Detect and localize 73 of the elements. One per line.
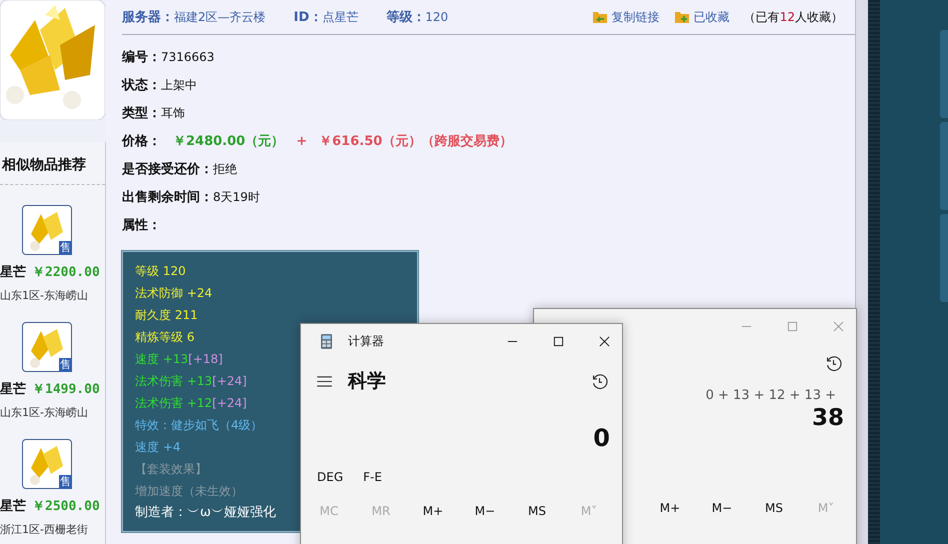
- sale-badge: 售: [59, 241, 72, 255]
- sale-badge: 售: [59, 475, 72, 489]
- memory-button[interactable]: M+: [644, 499, 696, 517]
- item-thumbnail[interactable]: 售: [22, 205, 72, 255]
- item-name: 星芒: [0, 381, 26, 398]
- id-label: ID：: [294, 9, 322, 26]
- mode-title: 科学: [348, 369, 386, 394]
- attribute-line: 法术伤害 +13[+24]: [135, 373, 247, 390]
- memory-button[interactable]: M+: [407, 502, 459, 520]
- item-name: 星芒: [0, 264, 26, 281]
- fee-value: ￥616.50（元）（跨服交易费）: [319, 132, 512, 150]
- field-label: 价格：: [122, 133, 161, 150]
- field-value: 上架中: [161, 76, 197, 94]
- item-server: 山东1区-东海崂山: [0, 405, 88, 420]
- attribute-line: 特效：健步如飞（4级）: [135, 417, 263, 434]
- folder-arrow-icon: [592, 10, 608, 24]
- field-label: 类型：: [122, 105, 161, 122]
- id-value: 点星芒: [322, 8, 358, 26]
- attribute-line: 速度 +4: [135, 439, 181, 456]
- expression-display: 0 + 13 + 12 + 13 +: [704, 388, 837, 403]
- level-label: 等级：: [386, 9, 426, 26]
- copy-link[interactable]: 复制链接: [612, 8, 660, 26]
- field-value: 8天19时: [213, 188, 260, 206]
- server-label: 服务器：: [122, 9, 174, 26]
- folder-plus-icon: [674, 10, 690, 24]
- field-label: 出售剩余时间：: [122, 189, 213, 206]
- favorite-link[interactable]: 已收藏: [694, 8, 730, 26]
- attribute-line: 精炼等级 6: [135, 329, 194, 346]
- history-icon[interactable]: [591, 372, 608, 390]
- item-thumbnail[interactable]: 售: [22, 322, 72, 372]
- field-value: 耳饰: [161, 104, 185, 122]
- field-label: 状态：: [122, 77, 161, 94]
- field-label: 是否接受还价：: [122, 160, 213, 178]
- attribute-line: 【套装效果】: [135, 461, 207, 478]
- attribute-line: 耐久度 211: [135, 307, 198, 324]
- plus-sign: +: [296, 134, 308, 148]
- field-label: 属性：: [122, 217, 161, 234]
- panel-title: 相似物品推荐: [0, 142, 105, 185]
- field-value: 拒绝: [213, 160, 237, 178]
- field-value: 7316663: [161, 50, 214, 64]
- item-price: ￥2200.00: [32, 264, 100, 281]
- mode-button[interactable]: F-E: [363, 470, 382, 484]
- history-icon[interactable]: [825, 355, 842, 372]
- item-server: 浙江1区-西栅老街: [0, 522, 88, 537]
- attribute-line: 制造者：︶ω︶娅娅强化: [135, 504, 276, 522]
- menu-icon[interactable]: [317, 376, 332, 386]
- price-value: ￥2480.00（元）: [173, 133, 284, 150]
- window-title: 计算器: [348, 332, 384, 350]
- item-name: 星芒: [0, 498, 26, 515]
- close-icon[interactable]: [599, 336, 610, 346]
- level-value: 120: [425, 10, 448, 24]
- memory-button[interactable]: M−: [696, 499, 748, 517]
- result-display: 38: [810, 405, 845, 431]
- memory-button[interactable]: M−: [459, 502, 511, 520]
- item-price: ￥1499.00: [32, 381, 100, 398]
- maximize-icon[interactable]: [553, 336, 564, 346]
- result-display: 0: [592, 424, 611, 452]
- item-server: 山东1区-东海崂山: [0, 288, 88, 303]
- server-value: 福建2区—齐云楼: [174, 8, 266, 26]
- item-price: ￥2500.00: [32, 498, 100, 515]
- attribute-line: 等级 120: [135, 263, 186, 280]
- attribute-line: 法术防御 +24: [135, 285, 212, 302]
- calculator-icon: [321, 334, 332, 348]
- mode-button[interactable]: DEG: [317, 470, 344, 484]
- favorite-count: （已有12人收藏）: [744, 8, 843, 26]
- item-thumbnail[interactable]: 售: [22, 439, 72, 489]
- field-label: 编号：: [122, 48, 161, 66]
- attribute-line: 增加速度（未生效）: [135, 483, 243, 500]
- sale-badge: 售: [59, 358, 72, 372]
- memory-button[interactable]: MS: [748, 499, 800, 517]
- attribute-line: 速度 +13[+18]: [135, 351, 223, 368]
- memory-button[interactable]: MS: [511, 502, 563, 520]
- attribute-line: 法术伤害 +12[+24]: [135, 395, 247, 412]
